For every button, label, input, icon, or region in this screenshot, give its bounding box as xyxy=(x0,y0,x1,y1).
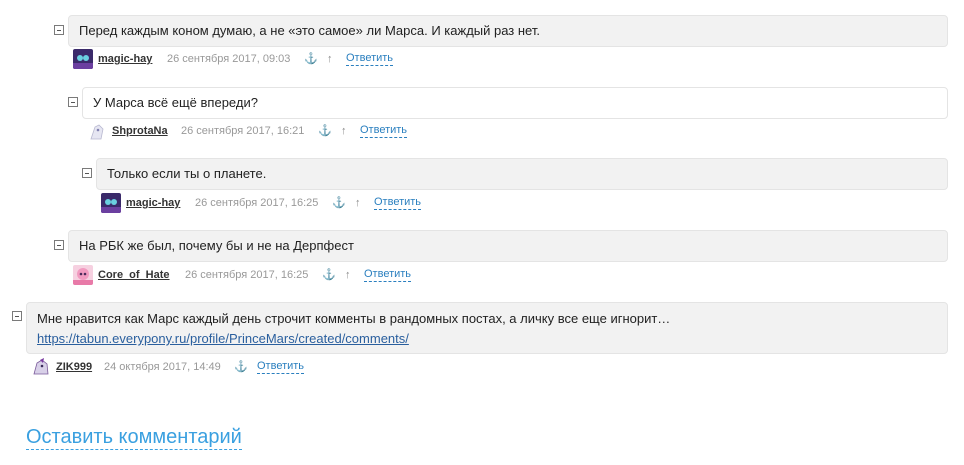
anchor-icon[interactable]: ⚓ xyxy=(318,121,332,141)
collapse-toggle[interactable] xyxy=(12,311,22,321)
collapse-toggle[interactable] xyxy=(82,168,92,178)
comment-text: У Марса всё ещё впереди? xyxy=(82,87,948,119)
comment-meta: magic-hay 26 сентября 2017, 16:25 ⚓ ↑ От… xyxy=(101,193,501,213)
author-name[interactable]: Core_of_Hate xyxy=(98,265,170,285)
comment-meta: ShprotaNa 26 сентября 2017, 16:21 ⚓ ↑ От… xyxy=(87,121,487,141)
comment-date: 24 октября 2017, 14:49 xyxy=(104,361,221,373)
avatar[interactable] xyxy=(87,121,107,141)
avatar[interactable] xyxy=(31,357,51,377)
comment-date: 26 сентября 2017, 16:21 xyxy=(181,125,305,137)
comment-text: Только если ты о планете. xyxy=(96,158,948,190)
comment-date: 26 сентября 2017, 16:25 xyxy=(185,269,309,281)
collapse-toggle[interactable] xyxy=(54,25,64,35)
author-name[interactable]: ZIK999 xyxy=(56,357,92,377)
reply-link[interactable]: Ответить xyxy=(360,123,408,138)
author-name[interactable]: ShprotaNa xyxy=(112,121,168,141)
parent-arrow-icon[interactable]: ↑ xyxy=(345,265,351,285)
anchor-icon[interactable]: ⚓ xyxy=(304,49,318,69)
comment-text: Перед каждым коном думаю, а не «это само… xyxy=(68,15,948,47)
avatar[interactable] xyxy=(73,49,93,69)
parent-arrow-icon[interactable]: ↑ xyxy=(355,193,361,213)
collapse-toggle[interactable] xyxy=(54,240,64,250)
anchor-icon[interactable]: ⚓ xyxy=(234,357,248,377)
comment-meta: Core_of_Hate 26 сентября 2017, 16:25 ⚓ ↑… xyxy=(73,265,473,285)
parent-arrow-icon[interactable]: ↑ xyxy=(327,49,333,69)
anchor-icon[interactable]: ⚓ xyxy=(322,265,336,285)
reply-link[interactable]: Ответить xyxy=(257,359,305,374)
author-name[interactable]: magic-hay xyxy=(98,49,152,69)
author-name[interactable]: magic-hay xyxy=(126,193,180,213)
leave-comment-link[interactable]: Оставить комментарий xyxy=(26,425,242,450)
reply-link[interactable]: Ответить xyxy=(364,267,412,282)
comment-text: На РБК же был, почему бы и не на Дерпфес… xyxy=(68,230,948,262)
comment-body: Мне нравится как Марс каждый день строчи… xyxy=(26,302,948,354)
comment-meta: ZIK999 24 октября 2017, 14:49 ⚓ Ответить xyxy=(31,357,431,377)
parent-arrow-icon[interactable]: ↑ xyxy=(341,121,347,141)
profile-link[interactable]: https://tabun.everypony.ru/profile/Princ… xyxy=(37,331,409,346)
reply-link[interactable]: Ответить xyxy=(374,195,422,210)
comment-date: 26 сентября 2017, 16:25 xyxy=(195,197,319,209)
avatar[interactable] xyxy=(101,193,121,213)
collapse-toggle[interactable] xyxy=(68,97,78,107)
anchor-icon[interactable]: ⚓ xyxy=(332,193,346,213)
avatar[interactable] xyxy=(73,265,93,285)
comment-text: Мне нравится как Марс каждый день строчи… xyxy=(37,311,671,326)
reply-link[interactable]: Ответить xyxy=(346,51,394,66)
comment-date: 26 сентября 2017, 09:03 xyxy=(167,53,291,65)
comment-meta: magic-hay 26 сентября 2017, 09:03 ⚓ ↑ От… xyxy=(73,49,473,69)
